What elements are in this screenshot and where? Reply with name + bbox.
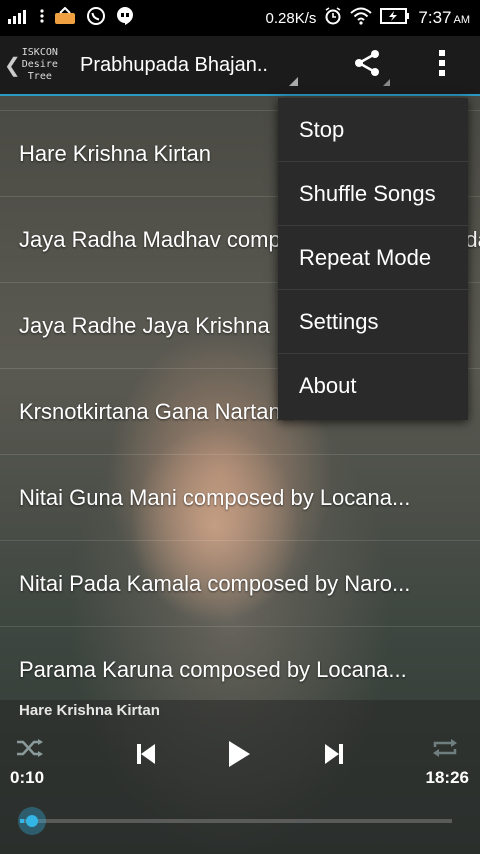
whatsapp-icon	[86, 6, 106, 30]
overflow-menu-button[interactable]	[420, 36, 464, 94]
next-button[interactable]	[320, 742, 348, 770]
song-item[interactable]: Nitai Guna Mani composed by Locana...	[0, 454, 480, 540]
previous-button[interactable]	[132, 742, 160, 770]
now-playing-title: Hare Krishna Kirtan	[19, 702, 160, 719]
status-bar: 0.28K/s 7:37 AM	[0, 0, 480, 36]
app-logo: ISKCON Desire Tree	[21, 47, 58, 82]
hangouts-icon	[116, 6, 134, 30]
share-corner-icon	[383, 79, 390, 86]
notification-icon	[54, 6, 76, 29]
wifi-icon	[350, 7, 373, 29]
action-bar: ❮ ISKCON Desire Tree Prabhupada Bhajan..	[0, 36, 480, 94]
skip-previous-icon	[136, 743, 156, 770]
menu-item-shuffle-songs[interactable]: Shuffle Songs	[278, 162, 468, 226]
player-panel	[0, 700, 480, 854]
total-duration: 18:26	[425, 768, 469, 787]
battery-icon	[380, 8, 410, 28]
shuffle-icon	[16, 738, 44, 763]
playlist-spinner[interactable]: Prabhupada Bhajan..	[80, 36, 300, 94]
clock: 7:37 AM	[418, 8, 470, 27]
menu-item-about[interactable]: About	[278, 354, 468, 418]
play-button[interactable]	[222, 738, 256, 774]
signal-icon	[8, 8, 30, 28]
menu-item-stop[interactable]: Stop	[278, 98, 468, 162]
share-icon	[352, 48, 382, 83]
app-logo-up-button[interactable]: ❮ ISKCON Desire Tree	[0, 36, 70, 94]
overflow-icon	[438, 49, 446, 82]
skip-next-icon	[324, 743, 344, 770]
menu-item-repeat-mode[interactable]: Repeat Mode	[278, 226, 468, 290]
page-title: Prabhupada Bhajan..	[80, 53, 268, 76]
song-item[interactable]: Nitai Pada Kamala composed by Naro...	[0, 540, 480, 626]
seek-bar[interactable]	[20, 819, 452, 823]
overflow-menu: Stop Shuffle Songs Repeat Mode Settings …	[278, 98, 468, 420]
share-button[interactable]	[340, 36, 394, 94]
alarm-icon	[324, 7, 342, 29]
play-icon	[227, 740, 251, 773]
repeat-icon	[431, 738, 459, 763]
more-icon	[40, 8, 44, 28]
action-bar-divider	[0, 94, 480, 96]
elapsed-time: 0:10	[10, 768, 45, 787]
shuffle-button[interactable]	[14, 736, 46, 764]
menu-item-settings[interactable]: Settings	[278, 290, 468, 354]
repeat-button[interactable]	[428, 736, 462, 764]
network-speed: 0.28K/s	[265, 9, 317, 27]
seek-thumb[interactable]	[18, 807, 46, 835]
back-chevron-icon: ❮	[4, 54, 21, 77]
spinner-corner-icon	[289, 77, 298, 86]
